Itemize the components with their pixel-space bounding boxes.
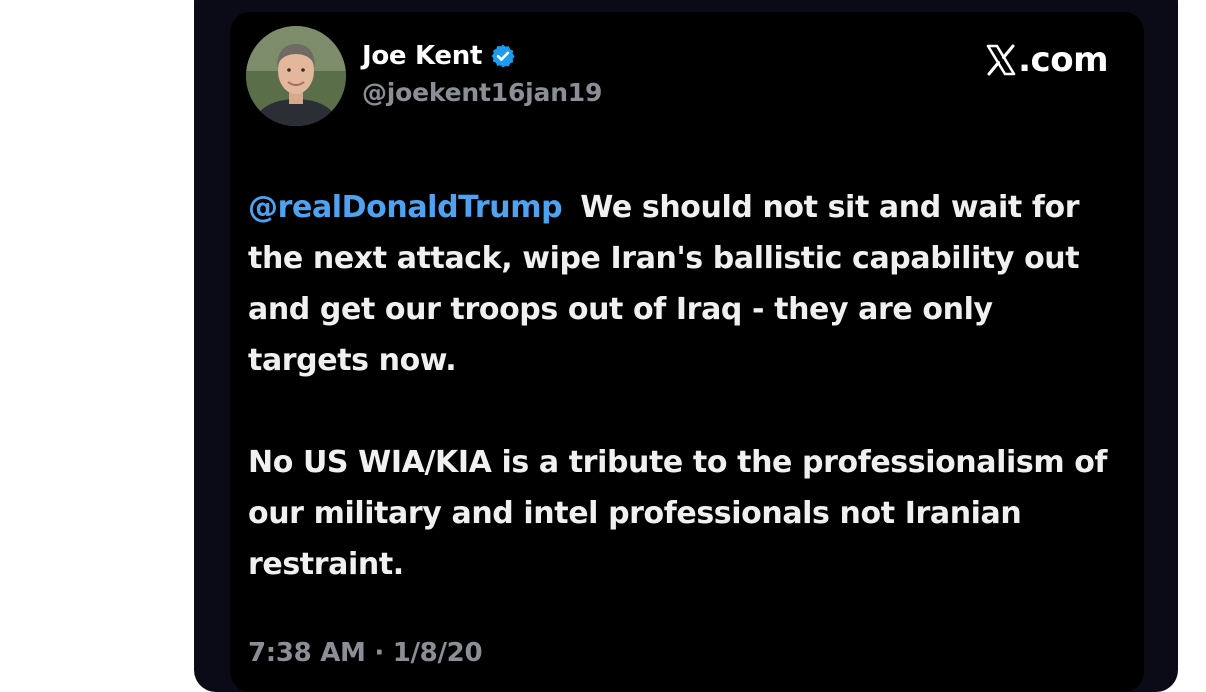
x-logo-icon: [986, 44, 1016, 76]
user-handle[interactable]: @joekent16jan19: [362, 78, 602, 107]
tweet-text: @realDonaldTrump We should not sit and w…: [248, 182, 1118, 590]
avatar[interactable]: [246, 26, 346, 126]
mention-link[interactable]: @realDonaldTrump: [248, 190, 563, 225]
display-name-row: Joe Kent: [362, 38, 516, 74]
tweet-paragraph-1: @realDonaldTrump We should not sit and w…: [248, 182, 1118, 386]
tweet-card[interactable]: Joe Kent @joekent16jan19 .com @realDonal…: [230, 12, 1144, 692]
display-name[interactable]: Joe Kent: [362, 41, 482, 71]
tweet-paragraph-2: No US WIA/KIA is a tribute to the profes…: [248, 445, 1108, 582]
source-domain: .com: [1018, 40, 1108, 80]
tweet-timestamp[interactable]: 7:38 AM · 1/8/20: [248, 638, 483, 668]
source-label[interactable]: .com: [986, 40, 1108, 80]
verified-badge-icon: [490, 43, 516, 69]
screenshot-page: Joe Kent @joekent16jan19 .com @realDonal…: [0, 0, 1206, 692]
